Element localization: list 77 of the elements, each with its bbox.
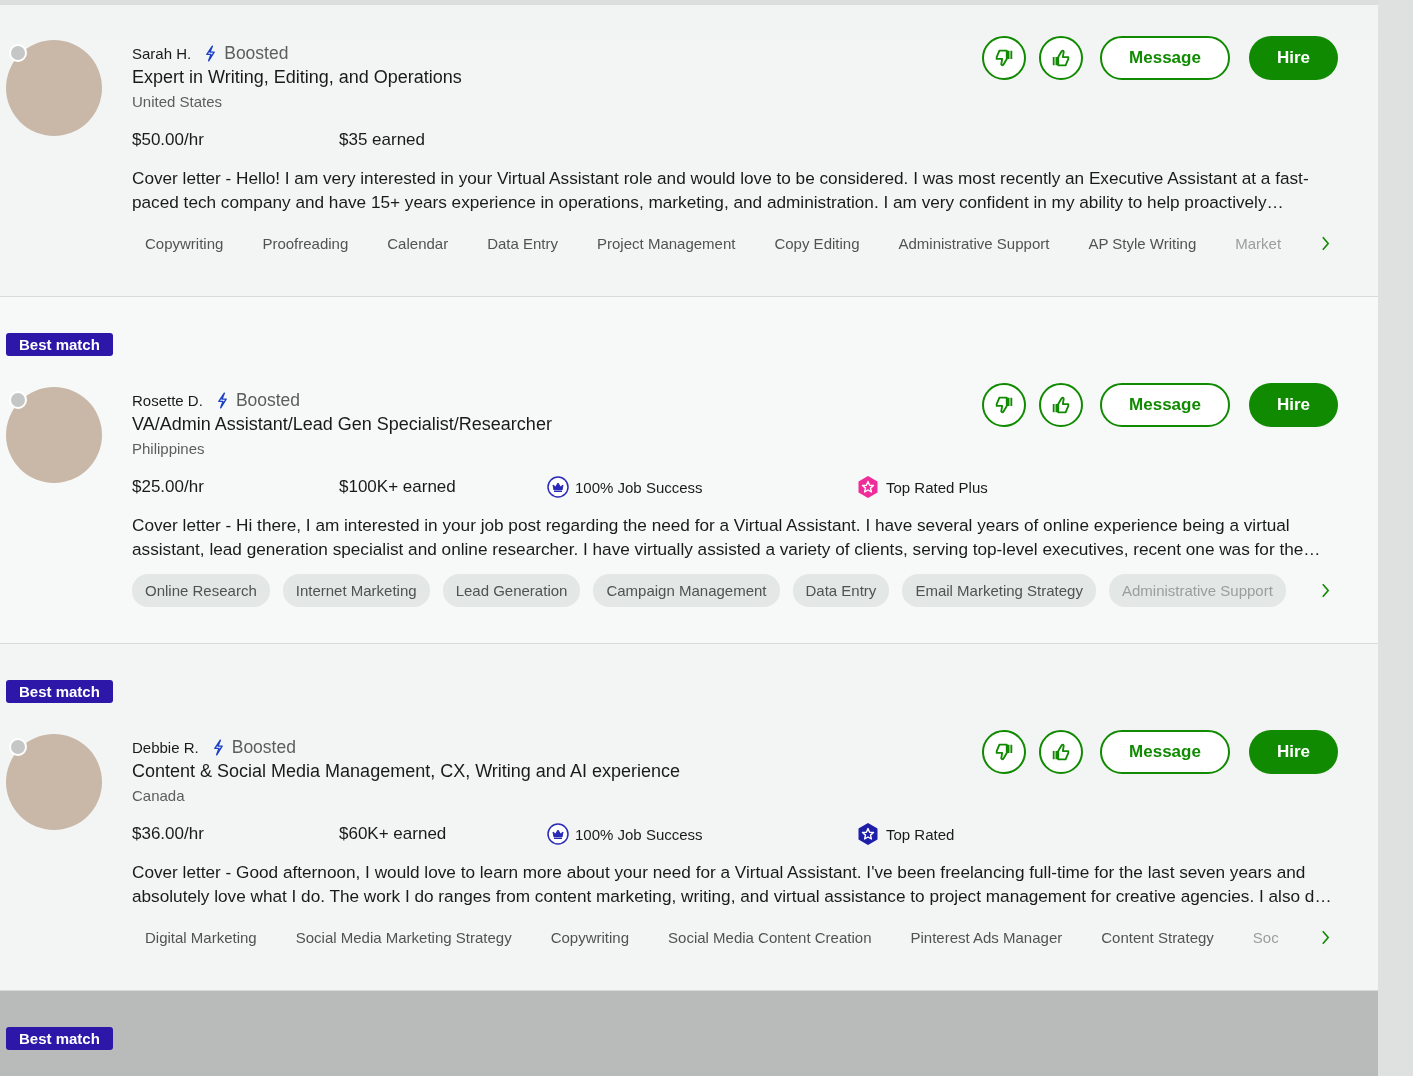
location-text: Philippines — [132, 440, 206, 457]
earnings-text: $60K+ earned — [339, 824, 448, 844]
best-match-badge: Best match — [6, 1027, 113, 1050]
skill-tag[interactable]: Lead Generation — [442, 574, 581, 607]
thumbs-up-icon — [1050, 741, 1072, 763]
skill-tag[interactable]: Data Entry — [792, 574, 890, 607]
message-button[interactable]: Message — [1100, 36, 1230, 80]
thumbs-down-button[interactable] — [982, 383, 1026, 427]
hourly-rate: $36.00/hr — [132, 824, 205, 844]
skill-tag[interactable]: Social Media Content Creation — [655, 921, 885, 954]
skill-tag[interactable]: Proofreading — [249, 227, 362, 260]
skill-tag[interactable]: Calendar — [374, 227, 462, 260]
location-text: Canada — [132, 787, 186, 804]
message-button[interactable]: Message — [1100, 730, 1230, 774]
chevron-right-icon[interactable] — [1321, 583, 1330, 598]
status-dot-icon — [9, 391, 27, 409]
hourly-rate: $25.00/hr — [132, 477, 205, 497]
skill-tag[interactable]: Online Research — [132, 574, 270, 607]
job-success-text: 100% Job Success — [575, 825, 703, 843]
thumbs-down-icon — [993, 741, 1015, 763]
hire-button[interactable]: Hire — [1249, 730, 1338, 774]
thumbs-up-icon — [1050, 394, 1072, 416]
freelancer-name[interactable]: Rosette D. — [132, 391, 203, 409]
job-success-text: 100% Job Success — [575, 478, 703, 496]
skill-tag[interactable]: Email Marketing Strategy — [902, 574, 1096, 607]
crown-badge-icon — [547, 476, 569, 498]
skill-tag[interactable]: Copy Editing — [761, 227, 873, 260]
skill-tag[interactable]: Data Entry — [474, 227, 572, 260]
location-text: United States — [132, 93, 224, 110]
thumbs-up-button[interactable] — [1039, 730, 1083, 774]
skill-tag[interactable]: Copywriting — [132, 227, 237, 260]
thumbs-down-button[interactable] — [982, 36, 1026, 80]
thumbs-up-icon — [1050, 47, 1072, 69]
lightning-icon — [205, 44, 217, 62]
lightning-icon — [216, 391, 228, 409]
boosted-label: Boosted — [224, 42, 289, 64]
profile-title: Expert in Writing, Editing, and Operations — [132, 67, 462, 88]
hire-button[interactable]: Hire — [1249, 383, 1338, 427]
freelancer-name[interactable]: Debbie R. — [132, 738, 199, 756]
hire-button[interactable]: Hire — [1249, 36, 1338, 80]
earnings-text: $100K+ earned — [339, 477, 457, 497]
thumbs-down-button[interactable] — [982, 730, 1026, 774]
chevron-right-icon[interactable] — [1321, 930, 1330, 945]
skill-tag[interactable]: Administrative Support — [885, 227, 1063, 260]
thumbs-down-icon — [993, 394, 1015, 416]
hourly-rate: $50.00/hr — [132, 130, 205, 150]
cover-letter-text: Cover letter - Hi there, I am interested in your job post regarding the need for a Virtual Assistant. I have several years of online experience being a virtual assistant, lead generation specialist and online researcher. I have virtually assisted a variety of clients, serving top-level executives, recent one was for the… — [132, 514, 1322, 561]
cover-letter-text: Cover letter - Hello! I am very interested in your Virtual Assistant role and would love to be considered. I was most recently an Executive Assistant at a fast-paced tech company and have 15+ years experience in operations, marketing, and administration. I am very confident in my ability to help proactively… — [132, 167, 1310, 214]
skill-tag[interactable]: Pinterest Ads Manager — [897, 921, 1076, 954]
message-button[interactable]: Message — [1100, 383, 1230, 427]
boosted-label: Boosted — [235, 389, 301, 411]
skill-tag[interactable]: AP Style Writing — [1075, 227, 1210, 260]
profile-title: Content & Social Media Management, CX, Writing and AI experience — [132, 761, 680, 782]
boosted-label: Boosted — [231, 736, 296, 758]
crown-badge-icon — [547, 823, 569, 845]
skill-tag[interactable]: Copywriting — [537, 921, 643, 954]
skill-tag[interactable]: Internet Marketing — [282, 574, 430, 607]
chevron-right-icon[interactable] — [1321, 236, 1330, 251]
rating-badge-text: Top Rated — [886, 825, 955, 843]
skill-tag[interactable]: Campaign Management — [593, 574, 780, 607]
best-match-badge: Best match — [6, 333, 113, 356]
lightning-icon — [212, 738, 224, 756]
skill-tag[interactable]: Content Strategy — [1088, 921, 1227, 954]
status-dot-icon — [9, 44, 27, 62]
thumbs-up-button[interactable] — [1039, 36, 1083, 80]
thumbs-up-button[interactable] — [1039, 383, 1083, 427]
earnings-text: $35 earned — [339, 130, 427, 150]
cover-letter-text: Cover letter - Good afternoon, I would love to learn more about your need for a Virtual Assistant. I've been freelancing full-time for the last seven years and absolutely love what I do. The work I do ranges from content marketing, writing, and virtual assistance to project management for creative agencies. I also d… — [132, 861, 1332, 908]
skill-tag[interactable]: Digital Marketing — [132, 921, 270, 954]
skill-tag[interactable]: Social Media Marketing Strategy — [282, 921, 525, 954]
profile-title: VA/Admin Assistant/Lead Gen Specialist/Researcher — [132, 414, 552, 435]
best-match-badge: Best match — [6, 680, 113, 703]
freelancer-name[interactable]: Sarah H. — [132, 44, 192, 62]
rating-badge-text: Top Rated Plus — [886, 478, 988, 496]
status-dot-icon — [9, 738, 27, 756]
skill-tag[interactable]: Project Management — [584, 227, 749, 260]
thumbs-down-icon — [993, 47, 1015, 69]
